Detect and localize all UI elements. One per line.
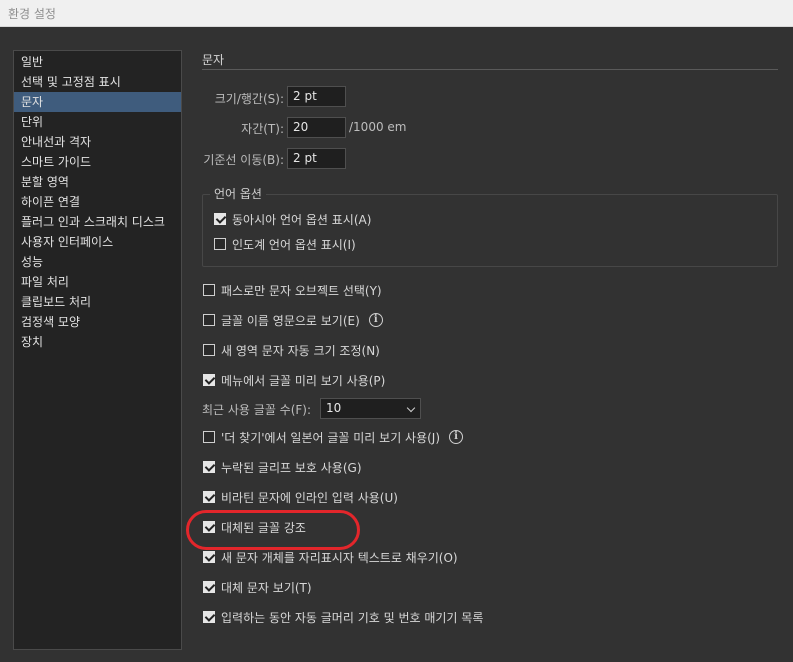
tracking-field[interactable]: 20 [287, 117, 346, 138]
auto-bullets-numbering-label: 입력하는 동안 자동 글머리 기호 및 번호 매기기 목록 [221, 610, 484, 625]
baseline-shift-label: 기준선 이동(B): [203, 153, 284, 167]
baseline-shift-field[interactable]: 2 pt [287, 148, 346, 169]
inline-input-non-latin-row[interactable]: 비라틴 문자에 인라인 입력 사용(U) [203, 488, 398, 506]
auto-size-new-area-type-checkbox[interactable] [203, 344, 215, 356]
language-options-title: 언어 옵션 [210, 185, 266, 202]
auto-size-new-area-type-row[interactable]: 새 영역 문자 자동 크기 조정(N) [203, 341, 380, 359]
sidebar-item-general[interactable]: 일반 [14, 52, 181, 72]
inline-input-non-latin-label: 비라틴 문자에 인라인 입력 사용(U) [221, 490, 398, 505]
auto-bullets-numbering-row[interactable]: 입력하는 동안 자동 글머리 기호 및 번호 매기기 목록 [203, 608, 483, 626]
sidebar-item-hyphenation[interactable]: 하이픈 연결 [14, 192, 181, 212]
font-preview-in-menu-row[interactable]: 메뉴에서 글꼴 미리 보기 사용(P) [203, 371, 385, 389]
show-alternate-glyphs-row[interactable]: 대체 문자 보기(T) [203, 578, 312, 596]
sidebar-item-devices[interactable]: 장치 [14, 332, 181, 352]
fill-placeholder-text-checkbox[interactable] [203, 551, 215, 563]
indic-options-checkbox[interactable] [214, 238, 226, 250]
preferences-sidebar: 일반 선택 및 고정점 표시 문자 단위 안내선과 격자 스마트 가이드 분할 … [13, 50, 182, 650]
highlight-substituted-fonts-row[interactable]: 대체된 글꼴 강조 [203, 518, 306, 536]
window-title: 환경 설정 [8, 7, 56, 21]
info-icon[interactable]: i [449, 430, 464, 444]
show-font-names-english-label: 글꼴 이름 영문으로 보기(E) [221, 313, 360, 328]
size-leading-label: 크기/행간(S): [214, 92, 284, 106]
auto-size-new-area-type-label: 새 영역 문자 자동 크기 조정(N) [221, 343, 380, 358]
sidebar-item-smart-guides[interactable]: 스마트 가이드 [14, 152, 181, 172]
indic-options-label: 인도계 언어 옵션 표시(I) [232, 237, 356, 252]
show-alternate-glyphs-checkbox[interactable] [203, 581, 215, 593]
fill-placeholder-text-row[interactable]: 새 문자 개체를 자리표시자 텍스트로 채우기(O) [203, 548, 458, 566]
missing-glyph-protection-row[interactable]: 누락된 글리프 보호 사용(G) [203, 458, 362, 476]
highlight-substituted-fonts-checkbox[interactable] [203, 521, 215, 533]
sidebar-item-selection-anchor-display[interactable]: 선택 및 고정점 표시 [14, 72, 181, 92]
size-leading-field[interactable]: 2 pt [287, 86, 346, 107]
select-type-by-path-only-row[interactable]: 패스로만 문자 오브젝트 선택(Y) [203, 281, 382, 299]
tracking-label: 자간(T): [241, 122, 284, 136]
select-type-by-path-only-label: 패스로만 문자 오브젝트 선택(Y) [221, 283, 382, 298]
sidebar-item-type[interactable]: 문자 [14, 92, 181, 112]
inline-input-non-latin-checkbox[interactable] [203, 491, 215, 503]
sidebar-item-performance[interactable]: 성능 [14, 252, 181, 272]
font-preview-in-menu-label: 메뉴에서 글꼴 미리 보기 사용(P) [221, 373, 386, 388]
show-font-names-english-checkbox[interactable] [203, 314, 215, 326]
font-preview-in-menu-checkbox[interactable] [203, 374, 215, 386]
auto-bullets-numbering-checkbox[interactable] [203, 611, 215, 623]
east-asian-options-checkbox[interactable] [214, 213, 226, 225]
show-alternate-glyphs-label: 대체 문자 보기(T) [221, 580, 312, 595]
missing-glyph-protection-label: 누락된 글리프 보호 사용(G) [221, 460, 362, 475]
highlight-substituted-fonts-label: 대체된 글꼴 강조 [221, 520, 306, 535]
chevron-down-icon [406, 403, 416, 413]
sidebar-item-slices[interactable]: 분할 영역 [14, 172, 181, 192]
japanese-font-preview-find-more-checkbox[interactable] [203, 431, 215, 443]
sidebar-item-appearance-of-black[interactable]: 검정색 모양 [14, 312, 181, 332]
language-options-group [202, 194, 778, 267]
japanese-font-preview-find-more-row[interactable]: '더 찾기'에서 일본어 글꼴 미리 보기 사용(J) i [203, 428, 464, 446]
indic-options-checkbox-row[interactable]: 인도계 언어 옵션 표시(I) [214, 235, 356, 253]
sidebar-item-guides-grid[interactable]: 안내선과 격자 [14, 132, 181, 152]
sidebar-item-clipboard-handling[interactable]: 클립보드 처리 [14, 292, 181, 312]
sidebar-item-user-interface[interactable]: 사용자 인터페이스 [14, 232, 181, 252]
panel-title-divider [202, 69, 778, 70]
japanese-font-preview-find-more-label: '더 찾기'에서 일본어 글꼴 미리 보기 사용(J) [221, 430, 441, 445]
recent-fonts-value: 10 [326, 401, 342, 415]
recent-fonts-select[interactable]: 10 [320, 398, 421, 419]
tracking-unit: /1000 em [349, 120, 407, 134]
title-bar: 환경 설정 [0, 0, 793, 27]
info-icon[interactable]: i [368, 313, 383, 327]
select-type-by-path-only-checkbox[interactable] [203, 284, 215, 296]
panel-title: 문자 [202, 53, 225, 67]
fill-placeholder-text-label: 새 문자 개체를 자리표시자 텍스트로 채우기(O) [221, 550, 458, 565]
recent-fonts-label: 최근 사용 글꼴 수(F): [202, 403, 312, 417]
missing-glyph-protection-checkbox[interactable] [203, 461, 215, 473]
sidebar-item-file-handling[interactable]: 파일 처리 [14, 272, 181, 292]
east-asian-options-label: 동아시아 언어 옵션 표시(A) [232, 212, 372, 227]
show-font-names-english-row[interactable]: 글꼴 이름 영문으로 보기(E) i [203, 311, 383, 329]
sidebar-item-units[interactable]: 단위 [14, 112, 181, 132]
sidebar-item-plugins-scratch-disks[interactable]: 플러그 인과 스크래치 디스크 [14, 212, 181, 232]
east-asian-options-checkbox-row[interactable]: 동아시아 언어 옵션 표시(A) [214, 210, 371, 228]
